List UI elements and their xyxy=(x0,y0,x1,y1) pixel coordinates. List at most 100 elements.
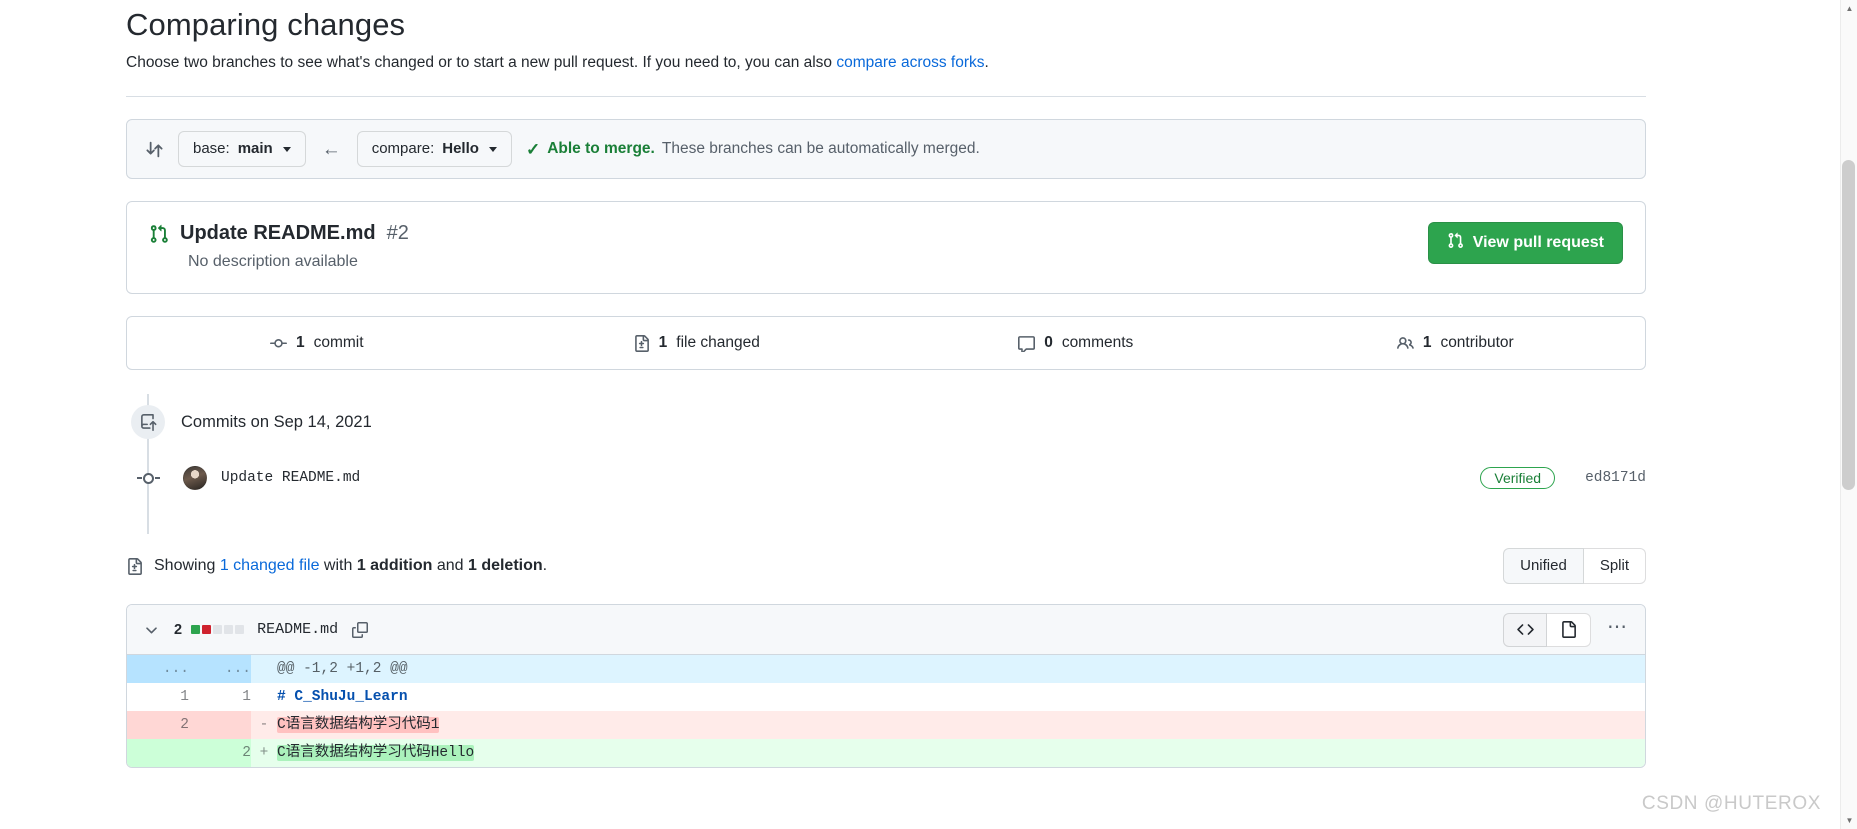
compare-across-forks-link[interactable]: compare across forks xyxy=(836,54,984,71)
copy-icon[interactable] xyxy=(352,621,369,638)
diff-summary-row: Showing 1 changed file with 1 addition a… xyxy=(126,548,1646,584)
file-diff-icon xyxy=(126,557,143,575)
status-badge-verified[interactable]: Verified xyxy=(1480,467,1556,489)
showing-middle: with xyxy=(319,557,357,574)
diff-code-text: # C_ShuJu_Learn xyxy=(277,689,408,705)
scroll-down-arrow-icon[interactable]: ▼ xyxy=(1841,812,1857,829)
pull-request-info: Update README.md #2 No description avail… xyxy=(149,222,409,271)
subtitle-text-before: Choose two branches to see what's change… xyxy=(126,53,837,71)
repo-push-icon xyxy=(131,405,165,439)
chevron-down-icon xyxy=(488,146,497,152)
diff-stat-block-del xyxy=(202,625,212,634)
stat-commits[interactable]: 1 commit xyxy=(127,317,507,369)
stat-contributors-label: contributor xyxy=(1440,334,1514,351)
file-actions: ⋯ xyxy=(1503,612,1629,647)
stat-comments-count: 0 xyxy=(1044,334,1053,351)
diff-hunk-header: @@ -1,2 +1,2 @@ xyxy=(277,655,1645,683)
diff-code-addition: C语言数据结构学习代码Hello xyxy=(277,739,1645,767)
diff-line-number-left[interactable] xyxy=(127,739,189,767)
diff-line-number-right[interactable] xyxy=(189,711,251,739)
kebab-horizontal-icon[interactable]: ⋯ xyxy=(1607,617,1629,643)
code-icon[interactable] xyxy=(1503,612,1547,647)
diff-view-mode-toggle: Unified Split xyxy=(1503,548,1646,584)
file-diff-icon xyxy=(633,334,650,352)
diff-marker: - xyxy=(251,711,277,739)
diff-code-text: C语言数据结构学习代码1 xyxy=(277,717,440,733)
diff-line-number-left[interactable]: 2 xyxy=(127,711,189,739)
diff-marker xyxy=(251,655,277,683)
diff-code-text: C语言数据结构学习代码Hello xyxy=(277,745,475,761)
commit-message[interactable]: Update README.md xyxy=(221,470,360,486)
stat-files-count: 1 xyxy=(658,334,668,351)
stat-comments[interactable]: 0 comments xyxy=(886,317,1266,369)
subtitle-text-after: . xyxy=(984,53,989,71)
stat-comments-label: comments xyxy=(1061,334,1134,351)
file-icon[interactable] xyxy=(1547,612,1591,647)
commit-row: Update README.md Verified ed8171d xyxy=(126,450,1646,506)
arrow-left-icon: ← xyxy=(321,138,341,160)
stat-contributors[interactable]: 1 contributor xyxy=(1266,317,1646,369)
diff-row-deletion: 2 - C语言数据结构学习代码1 xyxy=(127,711,1645,739)
watermark: CSDN @HUTEROX xyxy=(1641,793,1821,814)
pull-request-description: No description available xyxy=(188,253,358,270)
view-mode-unified[interactable]: Unified xyxy=(1503,548,1584,584)
file-name[interactable]: README.md xyxy=(257,621,338,638)
avatar[interactable] xyxy=(183,466,207,490)
file-changes-count: 2 xyxy=(174,621,183,638)
diff-line-number-right[interactable]: 1 xyxy=(189,683,251,711)
diff-line-number-right[interactable]: ... xyxy=(189,655,251,683)
diff-line-number-left[interactable]: 1 xyxy=(127,683,189,711)
git-pull-request-icon xyxy=(1447,232,1464,254)
view-pull-request-button[interactable]: View pull request xyxy=(1427,222,1623,264)
diff-summary-text: Showing 1 changed file with 1 addition a… xyxy=(154,557,547,575)
header-divider xyxy=(126,96,1646,97)
diff-row-hunk: ... ... @@ -1,2 +1,2 @@ xyxy=(127,655,1645,683)
compare-branch-selector[interactable]: compare: Hello xyxy=(356,131,512,167)
commit-dot-icon xyxy=(136,466,160,490)
page-title: Comparing changes xyxy=(126,7,406,42)
comment-icon xyxy=(1018,335,1036,352)
deletion-count: 1 deletion xyxy=(467,557,543,574)
diff-code-deletion: C语言数据结构学习代码1 xyxy=(277,711,1645,739)
check-icon: ✓ xyxy=(525,139,541,159)
showing-prefix: Showing xyxy=(154,557,220,574)
diff-code-context: # C_ShuJu_Learn xyxy=(277,683,1645,711)
commits-timeline: Commits on Sep 14, 2021 Update README.md… xyxy=(126,394,1646,534)
diff-stat-block-add xyxy=(191,625,201,634)
file-view-toggle xyxy=(1503,612,1591,647)
diff-stat-block-neutral xyxy=(235,625,245,634)
scrollbar[interactable]: ▲ ▼ xyxy=(1840,0,1857,829)
diff-line-number-right[interactable]: 2 xyxy=(189,739,251,767)
comparing-changes-page: Comparing changes Choose two branches to… xyxy=(0,0,1857,829)
timeline-tail xyxy=(126,506,1646,534)
pull-request-summary-box: Update README.md #2 No description avail… xyxy=(126,201,1646,294)
view-mode-split[interactable]: Split xyxy=(1583,548,1646,584)
pull-request-title-row: Update README.md #2 xyxy=(149,222,409,245)
diff-stat-blocks xyxy=(191,625,245,634)
scrollbar-thumb[interactable] xyxy=(1842,160,1855,490)
commit-icon xyxy=(269,335,287,352)
changed-file-link[interactable]: 1 changed file xyxy=(220,557,320,574)
showing-conjunction: and xyxy=(432,557,468,574)
git-pull-request-icon xyxy=(149,224,169,244)
addition-count: 1 addition xyxy=(356,557,433,574)
diff-table: ... ... @@ -1,2 +1,2 @@ 1 1 # C_ShuJu_Le… xyxy=(127,655,1645,767)
git-compare-icon xyxy=(145,140,164,159)
commit-meta: Verified ed8171d xyxy=(1480,467,1646,489)
pull-request-number: #2 xyxy=(386,222,409,244)
diff-row-addition: 2 + C语言数据结构学习代码Hello xyxy=(127,739,1645,767)
file-diff-header: 2 README.md ⋯ xyxy=(127,605,1645,655)
base-branch-selector[interactable]: base: main xyxy=(178,131,306,167)
stat-files-changed[interactable]: 1 file changed xyxy=(507,317,887,369)
chevron-down-icon xyxy=(282,146,291,152)
pull-request-title[interactable]: Update README.md xyxy=(180,222,376,245)
merge-status: ✓ Able to merge. These branches can be a… xyxy=(526,140,980,158)
commit-sha[interactable]: ed8171d xyxy=(1585,470,1646,486)
chevron-down-icon[interactable] xyxy=(143,621,160,638)
scroll-up-arrow-icon[interactable]: ▲ xyxy=(1841,0,1857,17)
view-pull-request-label: View pull request xyxy=(1472,234,1604,251)
stat-commits-label: commit xyxy=(313,334,364,351)
showing-suffix: . xyxy=(542,557,548,574)
diff-line-number-left[interactable]: ... xyxy=(127,655,189,683)
diff-row-context: 1 1 # C_ShuJu_Learn xyxy=(127,683,1645,711)
